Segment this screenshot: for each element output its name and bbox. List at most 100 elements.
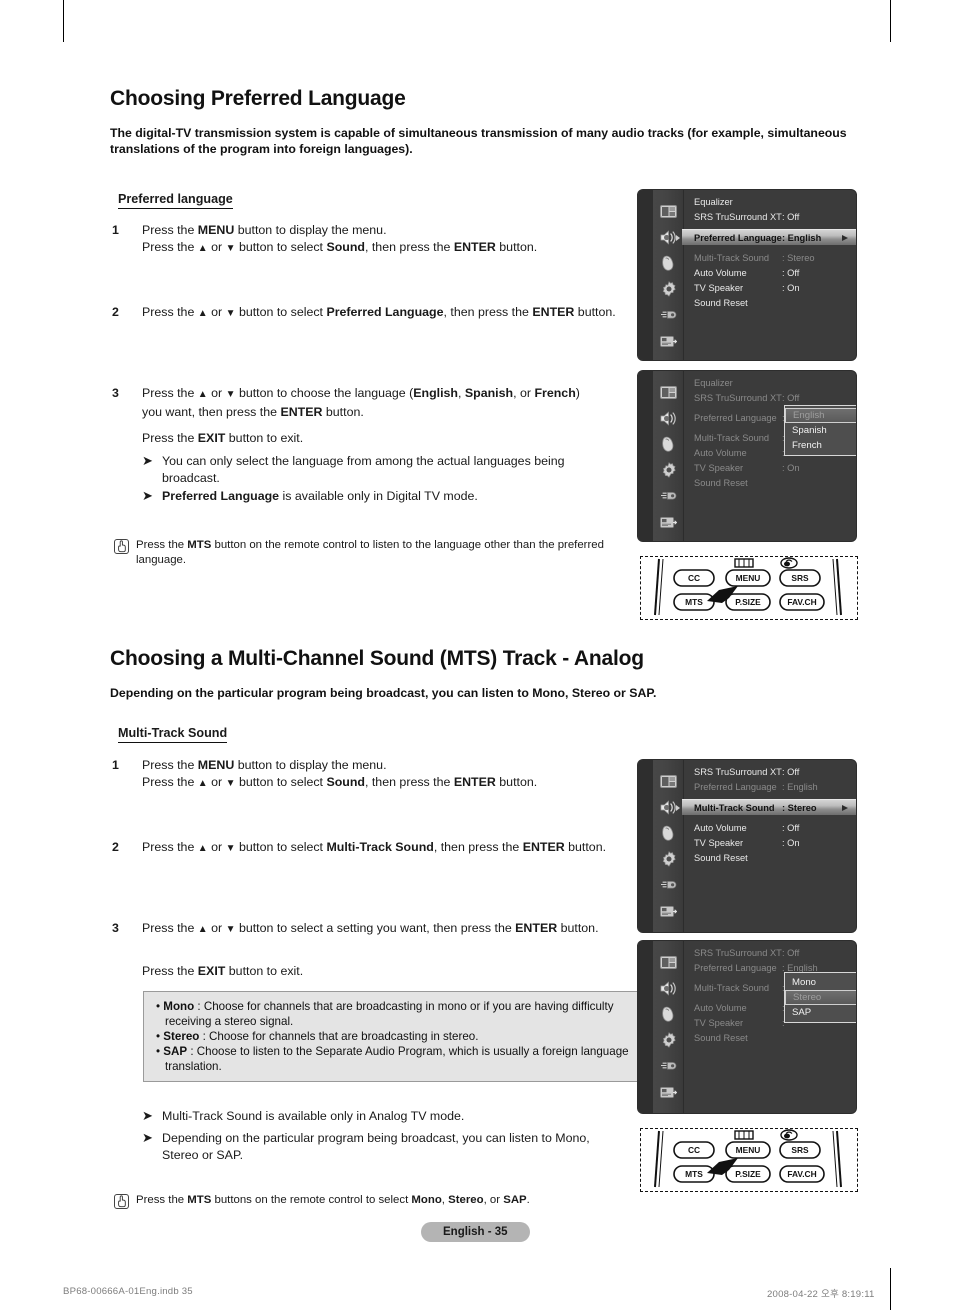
step-number: 2 [112, 305, 119, 319]
osd-row-sound-reset[interactable]: Sound Reset [685, 295, 856, 310]
osd-row-label: Preferred Language [694, 781, 777, 792]
exit-text: button to exit. [225, 964, 304, 978]
key-mts: MTS [187, 1194, 212, 1206]
step-body: Press the ▲ or ▼ button to select Multi-… [142, 839, 632, 858]
card-slot-icon[interactable] [653, 328, 684, 354]
osd-menu-language-popup[interactable]: Sound Equalizer SRS TruSurround XT: Off … [638, 371, 856, 541]
print-file-meta: BP68-00666A-01Eng.indb 35 [63, 1286, 193, 1297]
step-text: Press the [142, 840, 198, 854]
osd-row-label: Equalizer [694, 377, 733, 388]
settings-gear-icon[interactable] [653, 276, 684, 302]
osd-row-tv-speaker[interactable]: TV Speaker: On [685, 460, 856, 475]
osd-row-sound-reset[interactable]: Sound Reset [685, 1030, 856, 1045]
osd-row-value: : English [782, 962, 818, 973]
settings-gear-icon[interactable] [653, 846, 684, 872]
input-plug-icon[interactable] [653, 483, 684, 509]
setup-remote-icon[interactable] [653, 1001, 684, 1027]
input-plug-icon[interactable] [653, 1053, 684, 1079]
osd-row-list: Equalizer SRS TruSurround XT: Off Prefer… [685, 375, 856, 541]
osd-row-sound-reset[interactable]: Sound Reset [685, 475, 856, 490]
mts-dropdown[interactable]: Mono Stereo SAP [784, 972, 856, 1023]
dropdown-option-french[interactable]: French [785, 438, 856, 453]
section2-title: Choosing a Multi-Channel Sound (MTS) Tra… [110, 647, 644, 670]
key-enter: ENTER [453, 239, 496, 254]
picture-icon[interactable] [653, 379, 684, 405]
osd-row-label: Sound Reset [694, 852, 748, 863]
bullet-text: Multi-Track Sound is available only in A… [162, 1109, 465, 1123]
osd-row-srs-trusurround-xt[interactable]: SRS TruSurround XT: Off [685, 390, 856, 405]
picture-icon[interactable] [653, 768, 684, 794]
section1-intro: The digital-TV transmission system is ca… [110, 126, 847, 156]
key-enter: ENTER [280, 404, 323, 419]
manual-page: Choosing Preferred Language The digital-… [0, 0, 954, 1310]
dropdown-option-stereo[interactable]: Stereo [785, 990, 856, 1005]
osd-row-multi-track-sound[interactable]: Multi-Track Sound: Stereo [682, 799, 856, 815]
card-slot-icon[interactable] [653, 509, 684, 535]
term-stereo: Stereo [448, 1194, 484, 1206]
step-text: button to display the menu. [234, 758, 387, 772]
step-number: 1 [112, 223, 119, 237]
key-exit: EXIT [197, 964, 226, 978]
menu-preferred-language: Preferred Language [326, 305, 444, 319]
dropdown-option-english[interactable]: English [785, 408, 856, 423]
osd-row-value: : Stereo [782, 252, 815, 263]
picture-icon[interactable] [653, 949, 684, 975]
osd-row-equalizer[interactable]: Equalizer [685, 375, 856, 390]
card-slot-icon[interactable] [653, 898, 684, 924]
greybox-text: : Choose for channels that are broadcast… [199, 1030, 479, 1043]
picture-icon[interactable] [653, 198, 684, 224]
language-dropdown[interactable]: English Spanish French [784, 405, 856, 456]
term-mono: Mono [163, 1000, 195, 1013]
osd-row-auto-volume[interactable]: Auto Volume: Off [685, 820, 856, 835]
setup-remote-icon[interactable] [653, 250, 684, 276]
arrow-bullet-icon: ➤ [142, 453, 153, 468]
step-text: Press the [142, 305, 198, 319]
dropdown-option-spanish[interactable]: Spanish [785, 423, 856, 438]
menu-multi-track-sound: Multi-Track Sound [326, 840, 434, 854]
sound-speaker-icon[interactable] [653, 975, 684, 1001]
osd-row-srs-trusurround-xt[interactable]: SRS TruSurround XT: Off [685, 209, 856, 224]
dropdown-option-mono[interactable]: Mono [785, 975, 856, 990]
section1-title: Choosing Preferred Language [110, 87, 406, 110]
step-text: button to choose the language ( [235, 386, 414, 400]
hand-pointer-icon [114, 539, 129, 554]
osd-row-value: : Off [782, 822, 800, 833]
osd-row-auto-volume[interactable]: Auto Volume: Off [685, 265, 856, 280]
osd-row-multi-track-sound[interactable]: Multi-Track Sound: Stereo [685, 250, 856, 265]
step-text: or [207, 305, 226, 319]
dropdown-option-sap[interactable]: SAP [785, 1005, 856, 1020]
section2-bullet-2: ➤ Depending on the particular program be… [142, 1130, 592, 1163]
step-text: Press the [142, 758, 198, 772]
osd-row-sound-reset[interactable]: Sound Reset [685, 850, 856, 865]
osd-icon-rail: Sound [638, 190, 684, 360]
osd-icon-list [653, 379, 684, 535]
settings-gear-icon[interactable] [653, 457, 684, 483]
osd-row-tv-speaker[interactable]: TV Speaker: On [685, 835, 856, 850]
osd-row-tv-speaker[interactable]: TV Speaker: On [685, 280, 856, 295]
osd-row-preferred-language[interactable]: Preferred Language: English [685, 779, 856, 794]
osd-row-preferred-language[interactable]: Preferred Language: English [682, 229, 856, 245]
section1-note: Press the MTS button on the remote contr… [114, 538, 614, 567]
step-text: button to select [235, 840, 327, 854]
step-text: button to select [235, 239, 327, 254]
step-text: Press the [142, 921, 198, 935]
osd-row-label: SRS TruSurround XT [694, 392, 782, 403]
step-text: , then press the [364, 774, 454, 789]
osd-menu-multi-track-sound[interactable]: Sound SRS TruSurround XT: Off Preferred … [638, 760, 856, 932]
section1-exit-line: Press the EXIT button to exit. [142, 430, 303, 447]
osd-row-srs-trusurround-xt[interactable]: SRS TruSurround XT: Off [685, 764, 856, 779]
setup-remote-icon[interactable] [653, 431, 684, 457]
osd-menu-preferred-language[interactable]: Sound Equalizer SRS TruSurround XT: Off … [638, 190, 856, 360]
osd-icon-rail: Sound [638, 371, 684, 541]
osd-row-label: Auto Volume [694, 267, 747, 278]
osd-row-label: Multi-Track Sound [694, 982, 770, 993]
osd-row-equalizer[interactable]: Equalizer [685, 194, 856, 209]
settings-gear-icon[interactable] [653, 1027, 684, 1053]
sound-speaker-icon[interactable] [653, 405, 684, 431]
card-slot-icon[interactable] [653, 1079, 684, 1105]
osd-row-srs-trusurround-xt[interactable]: SRS TruSurround XT: Off [685, 945, 856, 960]
input-plug-icon[interactable] [653, 872, 684, 898]
setup-remote-icon[interactable] [653, 820, 684, 846]
osd-menu-mts-popup[interactable]: Sound SRS TruSurround XT: Off Preferred … [638, 941, 856, 1113]
input-plug-icon[interactable] [653, 302, 684, 328]
